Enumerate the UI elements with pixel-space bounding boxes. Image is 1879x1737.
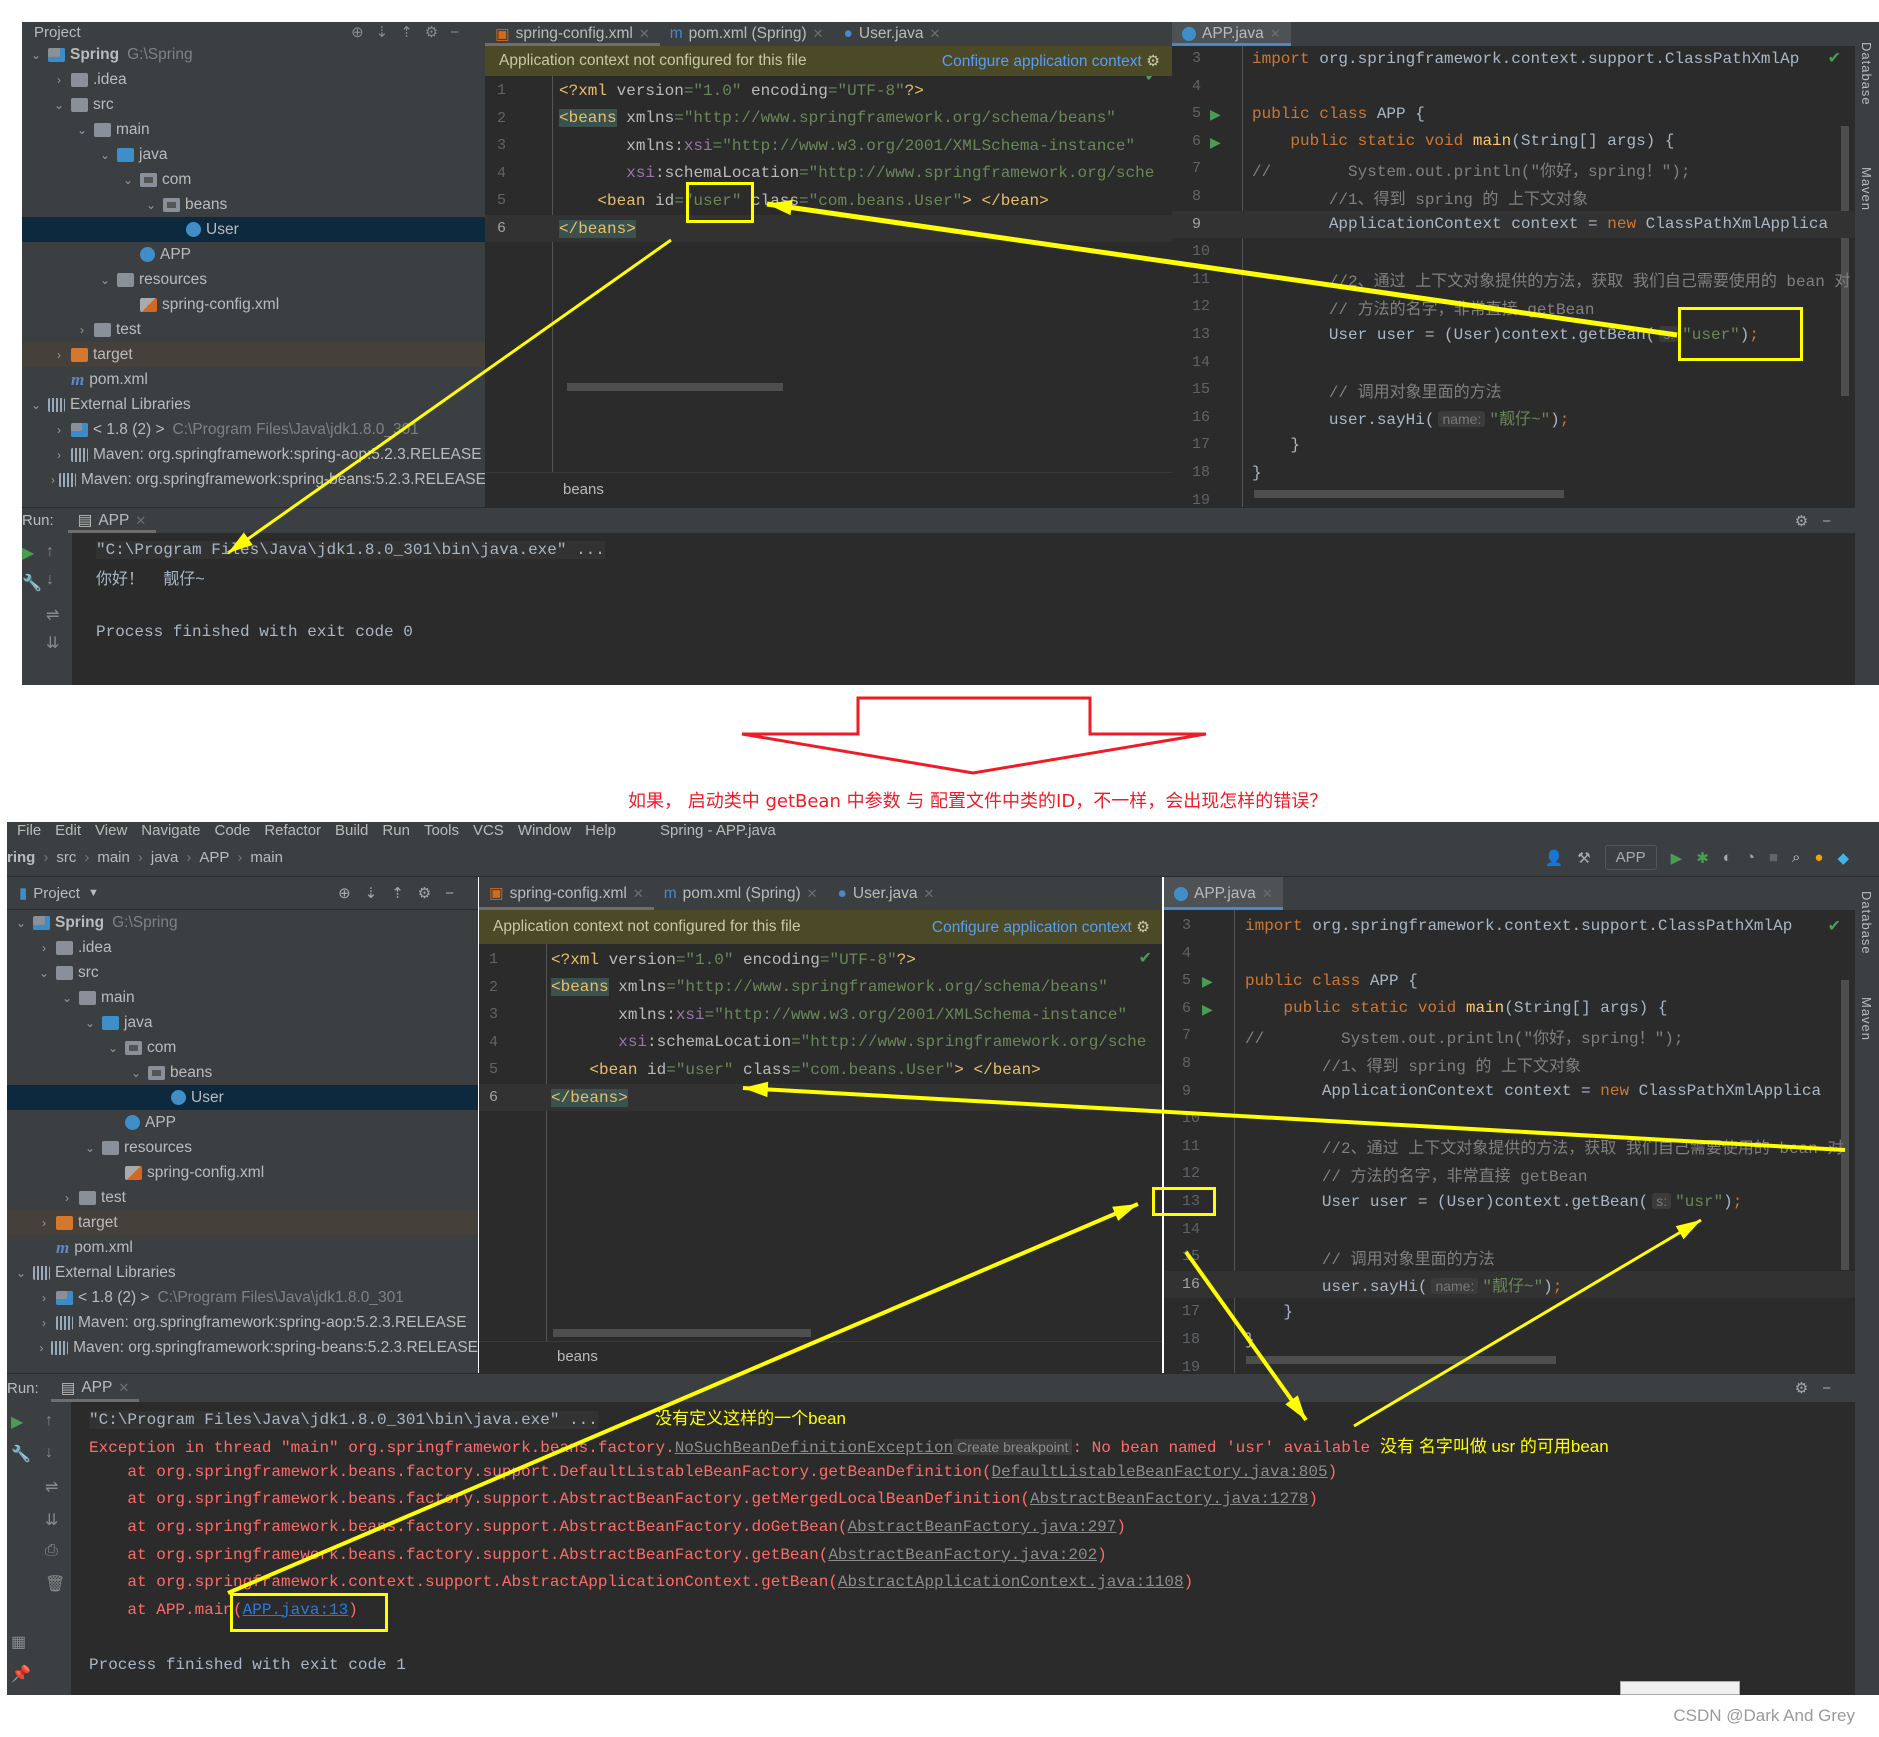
arrow-stack-to-line13 (227, 1202, 1139, 1595)
arrow-usr-to-xml-head (743, 1081, 769, 1098)
arrow-getbean-to-bean-id (766, 201, 1678, 338)
arrow-stack-to-line13-head (1112, 1204, 1138, 1221)
arrow-xml-to-console-head (228, 532, 253, 553)
arrow-xml-to-console (227, 238, 672, 555)
annotation-overlay (227, 199, 1846, 1595)
down-arrow-shape (741, 696, 1207, 775)
arrow-note-to-usr-head (1675, 1220, 1701, 1240)
arrow-note-to-usr (1353, 1218, 1702, 1428)
arrow-line15-to-note-head (1285, 1395, 1306, 1420)
arrow-line15-to-note (1184, 1250, 1308, 1422)
arrow-usr-to-xml (742, 1086, 1846, 1152)
